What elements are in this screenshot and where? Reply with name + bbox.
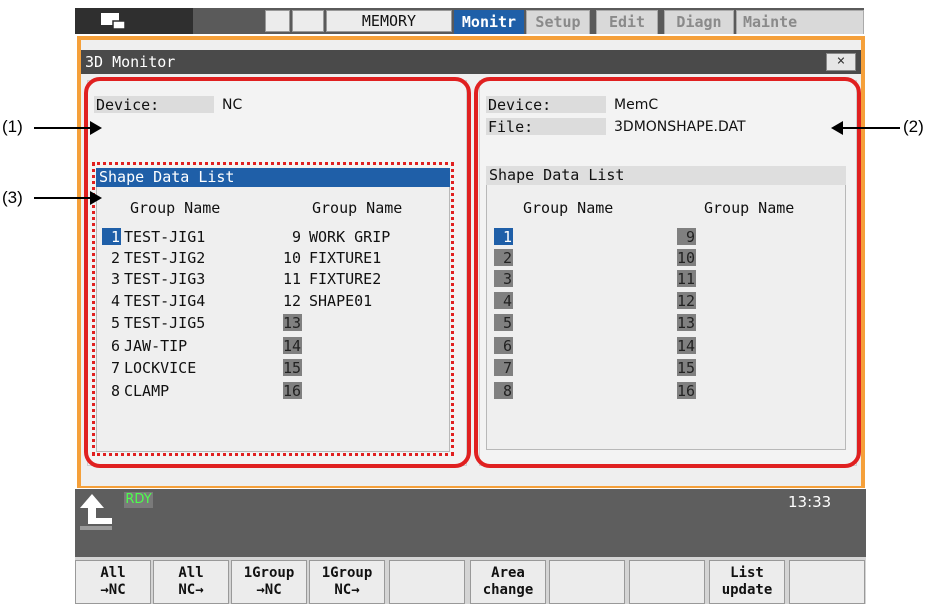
menu-line2: →NC xyxy=(100,582,126,598)
close-button[interactable]: × xyxy=(826,53,856,71)
annotation-ring-2 xyxy=(474,77,861,468)
top-bar: MEMORY Monitr Setup Edit Diagn Mainte xyxy=(75,8,864,34)
annotation-arrow-2 xyxy=(842,127,900,129)
arrow-right-icon xyxy=(90,121,102,135)
arrow-right-icon xyxy=(90,191,102,205)
clock: 13:33 xyxy=(788,493,832,511)
annotation-label-1: (1) xyxy=(2,117,23,136)
menu-line1: List xyxy=(730,565,764,581)
menu-line2: →NC xyxy=(256,582,282,598)
menu-list-update-button[interactable]: List update xyxy=(709,560,785,604)
tab-monitr[interactable]: Monitr xyxy=(454,10,524,34)
annotation-arrow-1 xyxy=(34,127,92,129)
annotation-label-3: (3) xyxy=(2,188,23,207)
menu-empty-5[interactable] xyxy=(389,560,465,604)
annotation-arrow-3 xyxy=(34,197,92,199)
annotation-label-2: (2) xyxy=(903,117,924,136)
return-arrow-icon[interactable] xyxy=(78,492,114,534)
menu-line2: NC→ xyxy=(334,582,360,598)
menu-line2: NC→ xyxy=(178,582,204,598)
menu-line1: Area xyxy=(491,565,525,581)
menu-group-to-nc-button[interactable]: 1Group →NC xyxy=(231,560,307,604)
tab-mainte[interactable]: Mainte xyxy=(736,10,864,34)
logo-area xyxy=(75,8,193,34)
menu-line1: 1Group xyxy=(243,565,295,581)
arrow-left-icon xyxy=(831,121,843,135)
window-title: 3D Monitor xyxy=(81,50,861,74)
annotation-dotted-box-3 xyxy=(92,162,454,456)
menu-group-from-nc-button[interactable]: 1Group NC→ xyxy=(309,560,385,604)
tab-diagn[interactable]: Diagn xyxy=(664,10,734,34)
menu-empty-10[interactable] xyxy=(789,560,865,604)
menu-line2: change xyxy=(482,582,534,598)
menu-empty-7[interactable] xyxy=(549,560,625,604)
menu-all-to-nc-button[interactable]: All →NC xyxy=(75,560,151,604)
ready-indicator: RDY xyxy=(124,492,153,508)
tab-edit[interactable]: Edit xyxy=(596,10,658,34)
menu-area-change-button[interactable]: Area change xyxy=(470,560,546,604)
mode-indicator: MEMORY xyxy=(326,10,452,32)
menu-line1: All xyxy=(178,565,204,581)
menu-all-from-nc-button[interactable]: All NC→ xyxy=(153,560,229,604)
menu-line1: 1Group xyxy=(321,565,373,581)
tab-setup[interactable]: Setup xyxy=(526,10,590,34)
menu-line1: All xyxy=(100,565,126,581)
display-mode-icon xyxy=(101,13,126,30)
menu-line2: update xyxy=(721,582,773,598)
status-area xyxy=(75,489,866,557)
status-slot-1 xyxy=(265,10,290,32)
menu-empty-8[interactable] xyxy=(629,560,705,604)
status-slot-2 xyxy=(292,10,324,32)
